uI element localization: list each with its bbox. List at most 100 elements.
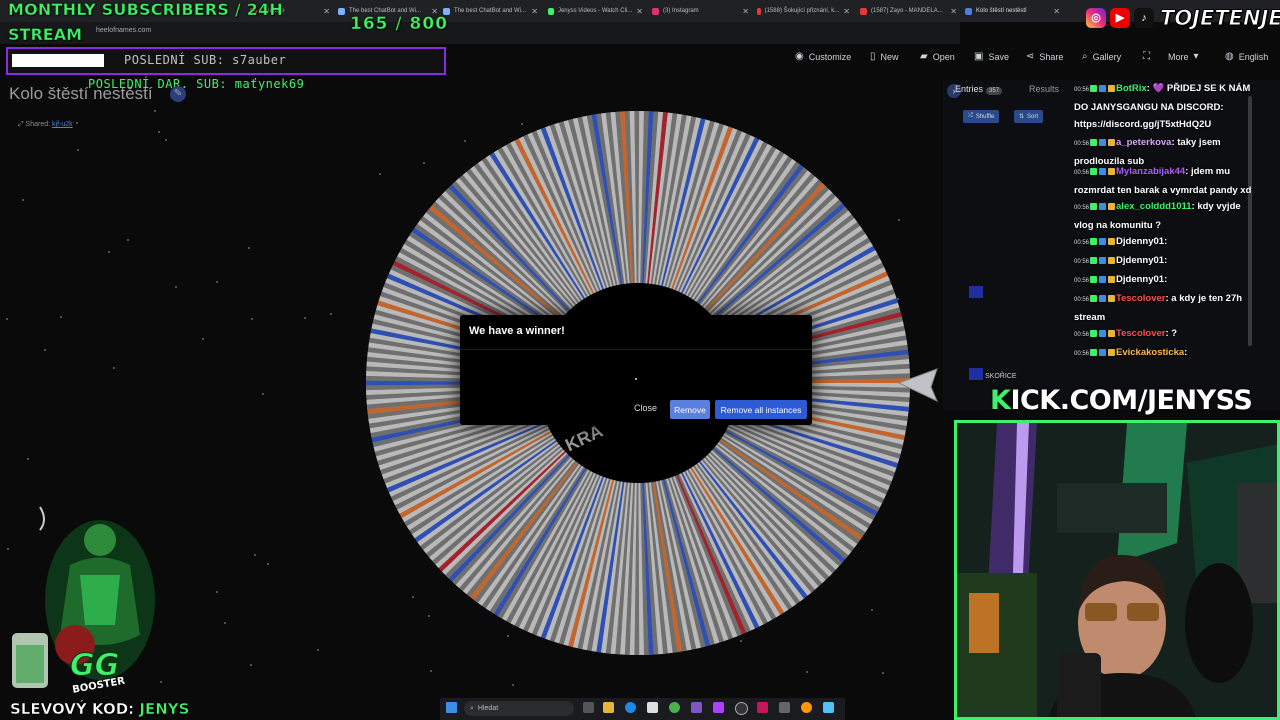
chat-badge-icon	[1099, 294, 1107, 302]
tab-results[interactable]: Results	[1029, 84, 1059, 94]
share-icon: ⋖	[1026, 51, 1035, 62]
save-icon: ▣	[974, 51, 984, 62]
chat-badge-icon	[1108, 256, 1116, 264]
edge-icon[interactable]	[625, 702, 636, 713]
shared-info: ⤢ Shared: kjf-u2k	[18, 121, 73, 129]
youtube-icon: ▶	[1110, 8, 1130, 28]
star-dot	[44, 349, 46, 351]
browser-tab[interactable]: (3) Instagram ✕	[652, 2, 749, 20]
close-icon[interactable]: ✕	[950, 7, 957, 16]
browser-tab-active[interactable]: Kolo štěstí nestěstí ✕	[965, 2, 1060, 20]
chat-message: 00:56 Mylanzabijak44: jdem mu rozmrdat te…	[1074, 163, 1256, 199]
chat-message: 00:56 Djdenny01:	[1074, 252, 1256, 271]
youtube-icon	[860, 7, 867, 15]
kick-url-rest: ICK.COM/JENYSS	[1010, 385, 1253, 416]
customize-button[interactable]: ◉ Customize	[795, 51, 851, 62]
close-icon[interactable]: ✕	[323, 7, 330, 16]
open-button[interactable]: ▰ Open	[920, 51, 955, 62]
address-bar[interactable]: heelofnames.com	[0, 22, 960, 44]
chat-message: 00:56 Djdenny01:	[1074, 233, 1256, 252]
close-icon[interactable]: ✕	[742, 7, 749, 16]
app-icon[interactable]	[823, 702, 834, 713]
chat-username[interactable]: Tescolover	[1116, 293, 1165, 304]
star-dot	[6, 318, 8, 320]
obs-icon[interactable]	[757, 702, 768, 713]
close-icon[interactable]: ✕	[636, 7, 643, 16]
gallery-button[interactable]: ⌕ Gallery	[1082, 51, 1121, 62]
wheel-title: Kolo štěstí nestěstí	[9, 84, 153, 103]
wheel-icon	[965, 7, 972, 15]
browser-tab[interactable]: Jenyss Videos - Watch Cli... ✕	[548, 2, 643, 20]
chat-badge-icon	[1090, 237, 1098, 245]
search-icon: ⌕	[1082, 51, 1088, 62]
chat-badge-icon	[1090, 294, 1098, 302]
star-dot	[262, 393, 264, 395]
close-icon[interactable]: ✕	[1053, 7, 1060, 16]
chat-username[interactable]: alex_colddd1011	[1116, 201, 1192, 212]
shuffle-button[interactable]: ⤮ Shuffle	[963, 110, 1000, 123]
chat-username[interactable]: Mylanzabijak44	[1116, 166, 1185, 177]
redacted-box	[12, 54, 104, 67]
chrome-canary-icon[interactable]	[801, 702, 812, 713]
chat-username[interactable]: BotRix	[1116, 83, 1147, 94]
browser-tab[interactable]: (1587) Zayo - MANDELA... ✕	[860, 2, 957, 20]
sort-button[interactable]: ⇅ Sort	[1014, 110, 1044, 123]
discord-icon[interactable]	[691, 702, 702, 713]
remove-button[interactable]: Remove	[670, 400, 710, 419]
task-view-icon[interactable]	[583, 702, 594, 713]
chat-timestamp: 00:56	[1074, 170, 1090, 176]
chat-badge-icon	[1108, 275, 1116, 283]
edit-pencil-icon[interactable]: ✎	[170, 86, 186, 102]
chat-badge-icon	[1090, 84, 1098, 92]
store-icon[interactable]	[647, 702, 658, 713]
chat-username[interactable]: Djdenny01	[1116, 274, 1164, 285]
browser-tab[interactable]: The best ChatBot and Wi... ✕	[443, 2, 538, 20]
shared-link[interactable]: kjf-u2k	[52, 121, 73, 128]
star-dot	[27, 458, 29, 460]
booster-sponsor-art: GG BOOSTER	[12, 506, 155, 695]
close-icon[interactable]: ✕	[531, 7, 538, 16]
entry-color-swatch	[969, 286, 983, 298]
star-dot	[330, 313, 332, 315]
star-dot	[158, 131, 160, 133]
chat-username[interactable]: Evickakosticka	[1116, 347, 1184, 358]
chat-badge-icon	[1108, 237, 1116, 245]
star-dot	[254, 554, 256, 556]
app-icon[interactable]	[735, 702, 748, 715]
share-button[interactable]: ⋖ Share	[1026, 51, 1063, 62]
close-icon[interactable]: ✕	[843, 7, 850, 16]
close-button[interactable]: Close	[634, 403, 657, 413]
save-button[interactable]: ▣ Save	[974, 51, 1009, 62]
windows-start-icon[interactable]	[446, 702, 457, 713]
chat-username[interactable]: Djdenny01	[1116, 236, 1164, 247]
chat-username[interactable]: Djdenny01	[1116, 255, 1164, 266]
chat-badge-icon	[1108, 348, 1116, 356]
chrome-icon[interactable]	[669, 702, 680, 713]
remove-all-instances-button[interactable]: Remove all instances	[715, 400, 807, 419]
browser-tab[interactable]: (1588) Šokující přiznání, k... ✕	[757, 2, 850, 20]
chat-message: 00:56 BotRix: 💜 PŘIDEJ SE K NÁM DO JANYSG…	[1074, 80, 1256, 133]
more-menu[interactable]: More ▾	[1168, 51, 1199, 62]
star-dot	[165, 139, 167, 141]
winner-text	[635, 378, 637, 380]
tab-entries[interactable]: Entries 357	[955, 84, 1003, 95]
chat-username[interactable]: Tescolover	[1116, 328, 1165, 339]
fullscreen-button[interactable]: ⛶	[1143, 51, 1150, 62]
chat-username[interactable]: a_peterkova	[1116, 137, 1171, 148]
star-dot	[175, 286, 177, 288]
language-selector[interactable]: ◍ English	[1225, 51, 1268, 62]
new-button[interactable]: ▯ New	[870, 51, 899, 62]
star-dot	[202, 338, 204, 340]
taskbar-search-input[interactable]: ⌕ Hledat	[464, 701, 574, 716]
stream-label: STREAM	[8, 25, 83, 45]
social-handle: TOJETENJENYS	[1160, 6, 1280, 31]
file-explorer-icon[interactable]	[603, 702, 614, 713]
star-dot	[113, 367, 115, 369]
star-dot	[154, 110, 156, 112]
sort-icon: ⇅	[1019, 114, 1025, 120]
app-icon[interactable]	[713, 702, 724, 713]
app-icon[interactable]	[779, 702, 790, 713]
chat-badge-icon	[1108, 294, 1116, 302]
entry-text[interactable]: SKOŘICE	[985, 373, 1017, 380]
chat-timestamp: 00:56	[1074, 205, 1090, 211]
